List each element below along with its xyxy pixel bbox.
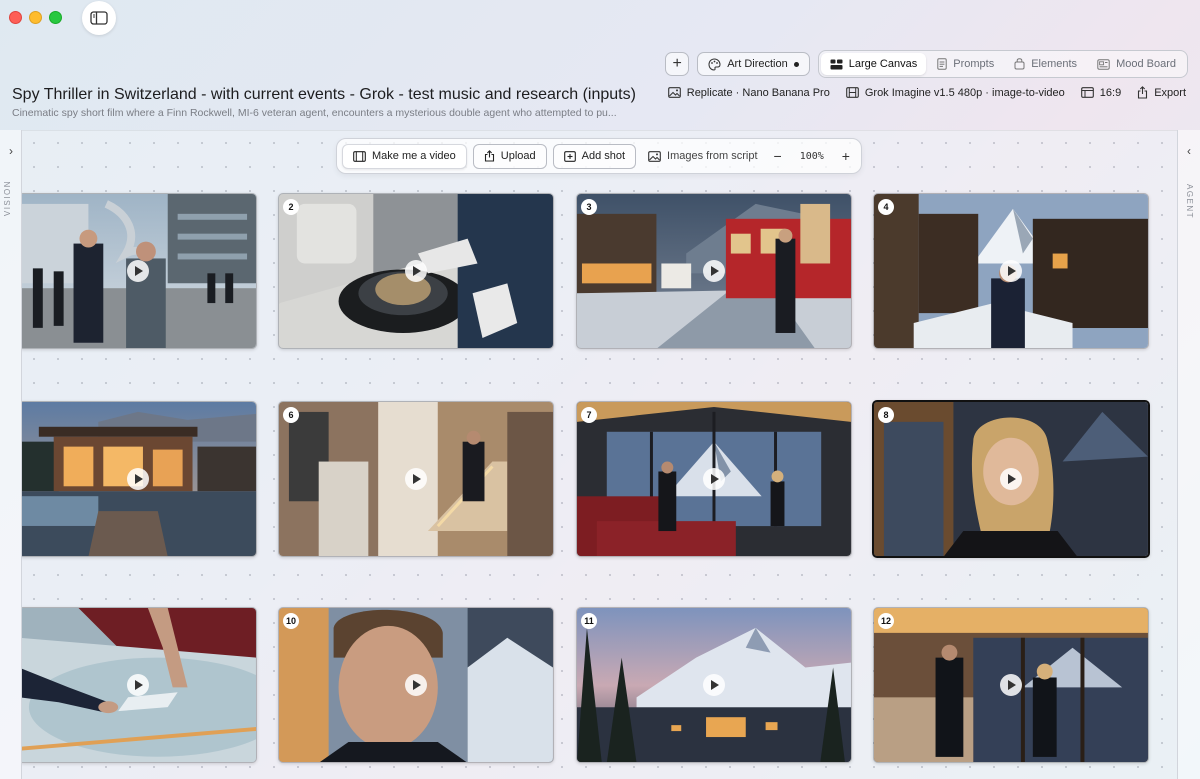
play-icon[interactable] xyxy=(405,674,427,696)
tab-label: Prompts xyxy=(953,58,995,70)
shot-number-badge: 8 xyxy=(878,407,894,423)
view-tabs: Large Canvas Prompts Elements Mood Board xyxy=(817,50,1188,78)
tab-elements[interactable]: Elements xyxy=(1005,53,1086,75)
agent-label: AGENT xyxy=(1185,184,1194,220)
art-direction-label: Art Direction xyxy=(727,58,788,70)
shot-number-badge: 10 xyxy=(283,613,300,629)
export-button[interactable]: Export xyxy=(1137,86,1186,99)
project-subtitle: Cinematic spy short film where a Finn Ro… xyxy=(12,107,617,119)
tab-mood-board[interactable]: Mood Board xyxy=(1088,53,1185,75)
shot-card[interactable] xyxy=(22,401,257,557)
minimize-window-button[interactable] xyxy=(29,11,42,24)
add-shot-button[interactable]: Add shot xyxy=(552,143,637,169)
zoom-window-button[interactable] xyxy=(49,11,62,24)
play-icon[interactable] xyxy=(703,260,725,282)
shot-number-badge: 12 xyxy=(878,613,895,629)
make-video-label: Make me a video xyxy=(372,150,456,162)
image-icon xyxy=(667,87,681,98)
images-from-script-label: Images from script xyxy=(667,150,758,162)
play-icon[interactable] xyxy=(1000,468,1022,490)
aspect-ratio-selector[interactable]: 16:9 xyxy=(1080,86,1122,99)
shot-card[interactable]: 10 xyxy=(278,607,554,763)
play-icon[interactable] xyxy=(126,468,149,490)
add-square-icon xyxy=(563,150,576,162)
image-model-selector[interactable]: Replicate · Nano Banana Pro xyxy=(667,86,830,99)
tab-label: Elements xyxy=(1031,58,1078,70)
zoom-out-button[interactable]: − xyxy=(770,148,786,164)
tab-large-canvas[interactable]: Large Canvas xyxy=(820,53,927,75)
upload-icon xyxy=(484,150,494,162)
zoom-in-button[interactable]: + xyxy=(838,148,854,164)
shot-card[interactable]: 2 xyxy=(278,193,554,349)
shot-card[interactable] xyxy=(22,607,257,763)
agent-panel-rail[interactable]: ‹ AGENT xyxy=(1177,130,1200,779)
shot-card-selected[interactable]: 8 xyxy=(872,400,1150,558)
sidebar-icon xyxy=(90,11,108,25)
tab-label: Large Canvas xyxy=(848,58,918,70)
tab-prompts[interactable]: Prompts xyxy=(928,53,1003,75)
play-icon[interactable] xyxy=(126,260,149,282)
top-toolbar: + Art Direction Large Canvas Prompts Ele… xyxy=(665,50,1188,78)
moodboard-icon xyxy=(1097,58,1110,70)
vision-panel-rail[interactable]: › VISION xyxy=(0,130,22,779)
image-model-label: Replicate · Nano Banana Pro xyxy=(686,86,830,99)
aspect-ratio-icon xyxy=(1080,87,1094,98)
zoom-level: 100% xyxy=(799,150,824,162)
expand-chevron-icon[interactable]: ‹ xyxy=(1178,144,1200,158)
upload-button[interactable]: Upload xyxy=(472,143,547,169)
expand-chevron-icon[interactable]: › xyxy=(0,144,22,158)
canvas-action-bar: Make me a video Upload Add shot Images f… xyxy=(336,138,862,174)
plus-icon: + xyxy=(672,55,682,72)
play-icon[interactable] xyxy=(703,674,725,696)
film-icon xyxy=(845,87,859,98)
shot-card[interactable] xyxy=(22,193,257,349)
add-shot-label: Add shot xyxy=(581,150,626,162)
shot-card[interactable]: 4 xyxy=(873,193,1149,349)
video-model-label: Grok Imagine v1.5 480p · image-to-video xyxy=(864,86,1065,99)
share-icon xyxy=(1138,86,1148,99)
unsaved-dot-icon xyxy=(793,61,799,67)
shot-number-badge: 3 xyxy=(581,199,597,215)
vision-label: VISION xyxy=(3,180,12,217)
images-from-script-button[interactable]: Images from script xyxy=(642,144,763,169)
shot-number-badge: 6 xyxy=(283,407,299,423)
elements-icon xyxy=(1014,58,1025,70)
film-icon xyxy=(353,150,366,162)
shot-number-badge: 7 xyxy=(581,407,597,423)
document-icon xyxy=(937,58,947,70)
shot-card[interactable]: 12 xyxy=(873,607,1149,763)
shot-card[interactable]: 3 xyxy=(576,193,852,349)
palette-icon xyxy=(708,57,721,71)
add-button[interactable]: + xyxy=(665,52,690,76)
make-video-button[interactable]: Make me a video xyxy=(342,143,467,169)
upload-label: Upload xyxy=(500,150,536,162)
play-icon[interactable] xyxy=(1000,260,1022,282)
shot-number-badge: 11 xyxy=(581,613,597,629)
tab-label: Mood Board xyxy=(1116,58,1176,70)
sidebar-toggle-button[interactable] xyxy=(82,1,116,35)
shot-number-badge: 4 xyxy=(878,199,894,215)
shot-card[interactable]: 6 xyxy=(278,401,554,557)
image-icon xyxy=(648,150,661,162)
shot-card[interactable]: 11 xyxy=(576,607,852,763)
project-settings: Replicate · Nano Banana Pro Grok Imagine… xyxy=(667,86,1186,99)
export-label: Export xyxy=(1154,86,1186,99)
play-icon[interactable] xyxy=(405,468,427,490)
play-icon[interactable] xyxy=(405,260,427,282)
art-direction-button[interactable]: Art Direction xyxy=(697,52,810,76)
shot-number-badge: 2 xyxy=(283,199,299,215)
project-title: Spy Thriller in Switzerland - with curre… xyxy=(12,86,636,103)
close-window-button[interactable] xyxy=(9,11,22,24)
shot-card[interactable]: 7 xyxy=(576,401,852,557)
canvas-icon xyxy=(830,59,843,69)
aspect-ratio-label: 16:9 xyxy=(1099,86,1122,99)
title-bar: + Art Direction Large Canvas Prompts Ele… xyxy=(0,0,1200,130)
play-icon[interactable] xyxy=(126,674,149,696)
play-icon[interactable] xyxy=(1000,674,1022,696)
storyboard-canvas[interactable]: 2 3 4 6 7 8 10 11 12 xyxy=(22,130,1177,779)
video-model-selector[interactable]: Grok Imagine v1.5 480p · image-to-video xyxy=(845,86,1065,99)
play-icon[interactable] xyxy=(703,468,725,490)
